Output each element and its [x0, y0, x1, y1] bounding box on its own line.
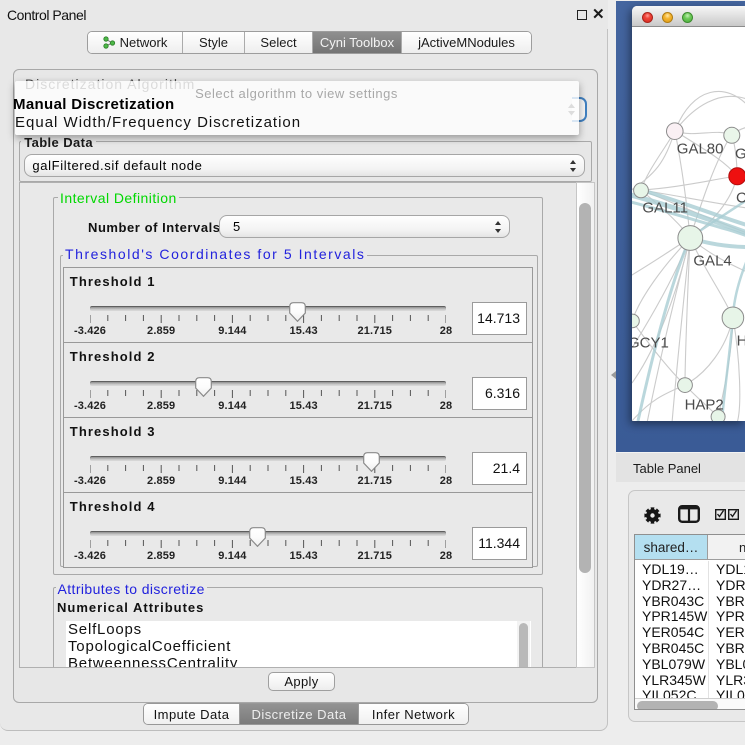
svg-text:GAL4: GAL4 — [693, 252, 731, 269]
svg-text:GAL11: GAL11 — [642, 199, 688, 216]
svg-text:GAL80: GAL80 — [677, 140, 724, 157]
svg-text:GCY1: GCY1 — [632, 334, 669, 351]
svg-text:HAP2: HAP2 — [685, 396, 724, 413]
svg-text:HIS4: HIS4 — [737, 332, 745, 349]
svg-text:GA: GA — [735, 145, 745, 162]
svg-text:CD: CD — [736, 189, 745, 206]
